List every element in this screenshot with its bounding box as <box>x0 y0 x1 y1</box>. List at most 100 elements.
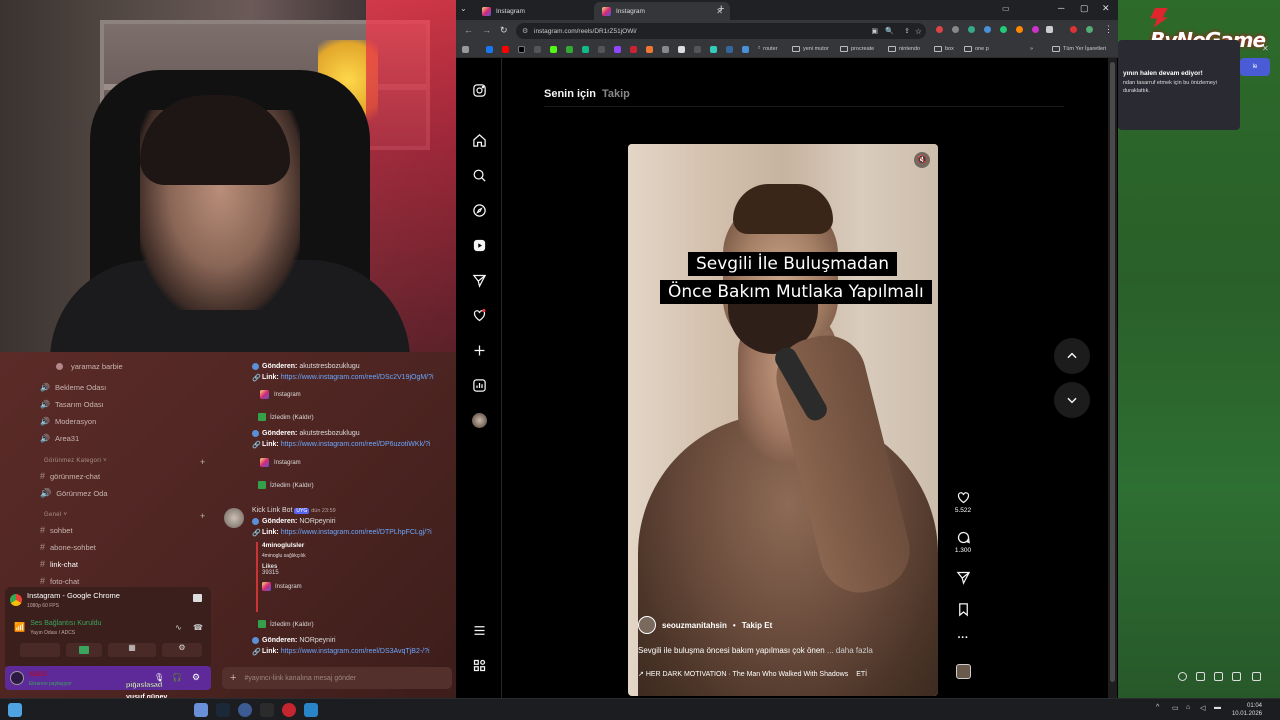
taskbar-app-icon[interactable] <box>238 703 252 717</box>
add-attachment-icon[interactable]: + <box>230 672 236 684</box>
link-preview-card[interactable]: 4minoglulsler 4minoglu sağlıkçılık Likes… <box>256 542 326 612</box>
search-icon[interactable] <box>471 167 487 183</box>
mute-icon[interactable]: 🔇 <box>914 152 930 168</box>
network-icon[interactable]: ⌂ <box>1186 704 1190 711</box>
also-from-meta-icon[interactable] <box>471 657 487 673</box>
voice-connection[interactable]: 📶 Ses Bağlantısı Kuruldu Yayın Odası / A… <box>14 618 101 636</box>
save-button[interactable] <box>948 602 978 619</box>
maximize-button[interactable]: ▢ <box>1080 3 1089 14</box>
bookmark-icon[interactable] <box>566 46 573 53</box>
extensions-puzzle-icon[interactable] <box>1046 26 1053 33</box>
channel-gorunmez-chat[interactable]: # görünmez-chat <box>40 471 100 481</box>
new-tab-button[interactable]: + <box>718 3 724 15</box>
bookmark-icon[interactable] <box>582 46 589 53</box>
bookmark-icon[interactable] <box>598 46 605 53</box>
reel-author[interactable]: seouzmanitahsin • Takip Et <box>638 616 772 634</box>
volume-icon[interactable]: ◁ <box>1200 704 1205 712</box>
extension-icon[interactable] <box>952 26 959 33</box>
watched-button[interactable]: İzledim (Kaldır) <box>258 413 314 421</box>
stream-status[interactable]: Instagram - Google Chrome 1080p 60 FPS <box>10 591 120 609</box>
taskbar-app-icon[interactable] <box>194 703 208 717</box>
messages-send-icon[interactable] <box>471 272 487 288</box>
channel-tasarim[interactable]: 🔊 Tasarım Odası <box>40 400 104 409</box>
cast-icon[interactable]: ▭ <box>1002 4 1010 13</box>
system-clock[interactable]: 01:04 10.01.2026 <box>1232 702 1262 718</box>
bookmark-icon[interactable] <box>726 46 733 53</box>
stop-stream-icon[interactable] <box>193 594 202 602</box>
instagram-embed[interactable]: Instagram <box>260 390 301 399</box>
more-link[interactable]: ... daha fazla <box>827 646 873 655</box>
zoom-icon[interactable]: 🔍 <box>885 27 894 35</box>
apps-icon[interactable] <box>1252 672 1261 681</box>
user-info[interactable]: ADCS Ekranını paylaşıyor <box>10 669 72 687</box>
category-general[interactable]: Genel ˅ + <box>44 511 205 521</box>
apps-icon[interactable] <box>462 46 469 53</box>
create-plus-icon[interactable] <box>471 342 487 358</box>
follow-button[interactable]: Takip Et <box>742 621 773 630</box>
more-options-icon[interactable]: ··· <box>948 632 978 644</box>
forward-icon[interactable]: → <box>482 25 491 35</box>
watched-button[interactable]: İzledim (Kaldır) <box>258 481 314 489</box>
screen-share-button[interactable] <box>66 643 102 657</box>
channel-bekleme[interactable]: 🔊 Bekleme Odası <box>40 383 106 392</box>
gif-icon[interactable] <box>1196 672 1205 681</box>
bookmark-icon[interactable] <box>742 46 749 53</box>
bookmark-icon[interactable] <box>694 46 701 53</box>
reload-icon[interactable]: ↻ <box>500 25 508 36</box>
bookmark-icon[interactable] <box>662 46 669 53</box>
page-scrollbar[interactable] <box>1108 58 1117 698</box>
bookmark-icon[interactable] <box>486 46 493 53</box>
extension-icon[interactable] <box>968 26 975 33</box>
share-icon[interactable]: ⇪ <box>904 27 910 35</box>
more-bookmarks-icon[interactable]: » <box>1030 46 1033 52</box>
explore-compass-icon[interactable] <box>471 202 487 218</box>
tab-following[interactable]: Takip <box>602 88 630 100</box>
channel-abone-sohbet[interactable]: # abone-sohbet <box>40 542 96 552</box>
add-channel-icon[interactable]: + <box>200 511 206 521</box>
message-link[interactable]: https://www.instagram.com/reel/DP6uzotiW… <box>281 441 431 448</box>
reels-icon[interactable] <box>471 237 487 253</box>
next-reel-button[interactable] <box>1054 382 1090 418</box>
audio-thumbnail[interactable] <box>948 664 978 679</box>
tray-icon[interactable]: ▭ <box>1172 704 1179 712</box>
chrome-menu-icon[interactable]: ⋮ <box>1104 24 1113 35</box>
reel-audio[interactable]: ↗ HER DARK MOTIVATION · The Man Who Walk… <box>638 670 867 678</box>
bookmark-icon[interactable] <box>534 46 541 53</box>
bookmark-icon[interactable] <box>614 46 621 53</box>
disconnect-icon[interactable]: ☎ <box>193 623 203 632</box>
soundboard-button[interactable]: ⚙ <box>162 643 202 657</box>
profile-avatar[interactable] <box>1086 26 1093 33</box>
channel-gorunmez-oda[interactable]: 🔊 Görünmez Oda <box>40 488 108 499</box>
extension-icon[interactable] <box>936 26 943 33</box>
start-icon[interactable] <box>8 703 22 717</box>
bookmark-folder[interactable]: nintendo <box>888 46 920 52</box>
channel-link-chat[interactable]: # link-chat <box>40 559 78 569</box>
site-info-icon[interactable]: ⚙ <box>522 27 528 35</box>
noise-icon[interactable]: ∿ <box>175 623 182 632</box>
bookmark-folder[interactable]: yeni mutor <box>792 46 829 52</box>
settings-gear-icon[interactable]: ⚙ <box>192 672 200 683</box>
tray-chevron-icon[interactable]: ^ <box>1156 704 1159 711</box>
browser-tab[interactable]: Instagram ✕ <box>474 2 610 20</box>
bookmark-icon[interactable] <box>630 46 637 53</box>
comment-button[interactable]: 1.300 <box>948 530 978 554</box>
extension-icon[interactable] <box>984 26 991 33</box>
back-icon[interactable]: ← <box>464 25 473 35</box>
category-hidden[interactable]: Görünmez Kategori ˅ + <box>44 457 205 467</box>
minimize-button[interactable]: ─ <box>1058 3 1064 13</box>
share-button[interactable] <box>948 570 978 587</box>
reel-video[interactable]: Sevgili İle Buluşmadan Önce Bakım Mutlak… <box>628 144 938 696</box>
bookmark-icon[interactable] <box>646 46 653 53</box>
page-action-icon[interactable]: ▣ <box>871 27 878 35</box>
steam-icon[interactable] <box>216 703 230 717</box>
home-icon[interactable] <box>471 132 487 148</box>
bookmark-icon[interactable] <box>678 46 685 53</box>
instagram-embed[interactable]: Instagram <box>260 458 301 467</box>
message-link[interactable]: https://www.instagram.com/reel/DS3AvqTjB… <box>281 648 430 655</box>
profile-avatar[interactable] <box>471 412 487 428</box>
scrollbar-thumb[interactable] <box>1110 62 1115 682</box>
taskbar-app-icon[interactable] <box>304 703 318 717</box>
message-link[interactable]: https://www.instagram.com/reel/DTPLhpFCL… <box>281 529 432 536</box>
channel-foto-chat[interactable]: # foto-chat <box>40 576 79 586</box>
bot-name[interactable]: Kick Link Bot <box>252 507 292 514</box>
